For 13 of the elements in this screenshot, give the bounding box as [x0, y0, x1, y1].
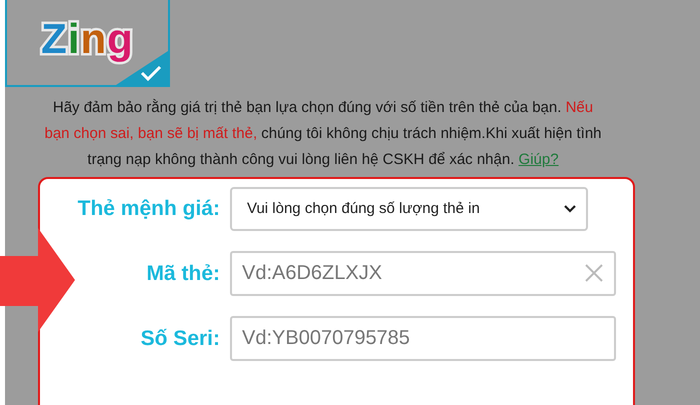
select-field[interactable]: Vui lòng chọn đúng số lượng thẻ in [230, 187, 588, 231]
card-option[interactable]: Zing [5, 0, 170, 87]
notice-text: Hãy đảm bảo rằng giá trị thẻ bạn lựa chọn đúng với số tiền trên thẻ của bạn. Nếu bạn chọn sai, bạn sẽ bị mất thẻ, chúng tôi không chịu trách nhiệm.Khi xuất hiện tình trạng nạp không thành công vui lòng liên hệ CSKH để xác nhận. Giúp? [43, 98, 603, 170]
help-link[interactable]: Giúp? [518, 151, 559, 168]
input-field[interactable]: Vd:A6D6ZLXJX [230, 251, 616, 296]
arrow-icon [0, 228, 75, 332]
close-icon[interactable] [584, 263, 604, 283]
field-label: Số Seri: [140, 326, 221, 352]
input-field[interactable]: Vd:YB0070795785 [230, 316, 616, 361]
caret-icon [564, 205, 576, 213]
field-label: Thẻ mệnh giá: [76, 196, 221, 222]
logo-text: Zing [41, 14, 134, 64]
field-label: Mã thẻ: [146, 260, 221, 287]
